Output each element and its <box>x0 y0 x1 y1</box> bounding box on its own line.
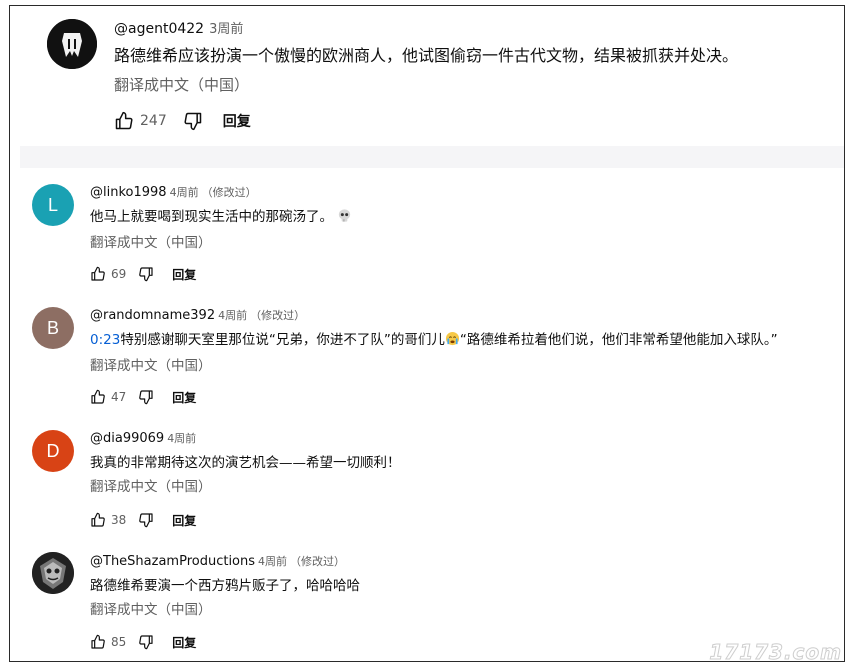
reply-button[interactable]: 回复 <box>172 266 196 283</box>
comment-author[interactable]: @TheShazamProductions <box>90 554 255 569</box>
like-count: 85 <box>111 635 127 649</box>
like-icon[interactable] <box>114 111 134 131</box>
reply-button[interactable]: 回复 <box>172 389 196 406</box>
reply-button[interactable]: 回复 <box>172 634 196 651</box>
like-icon[interactable] <box>90 389 106 405</box>
like-count: 69 <box>111 267 127 281</box>
translate-link[interactable]: 翻译成中文（中国） <box>90 600 836 620</box>
divider <box>20 146 844 168</box>
translate-link[interactable]: 翻译成中文（中国） <box>90 356 836 376</box>
comment-author[interactable]: @linko1998 <box>90 185 167 200</box>
comments-panel: @agent0422 3周前 路德维希应该扮演一个傲慢的欧洲商人，他试图偷窃一件古… <box>9 5 845 662</box>
edited-label: （修改过） <box>201 186 257 199</box>
comment-author[interactable]: @agent0422 <box>114 21 204 37</box>
reply-button[interactable]: 回复 <box>172 512 196 529</box>
avatar[interactable]: L <box>32 184 74 226</box>
comment-time[interactable]: 3周前 <box>209 22 243 37</box>
avatar[interactable] <box>32 552 74 594</box>
comment-time[interactable]: 4周前 <box>167 432 196 445</box>
comment-author[interactable]: @randomname392 <box>90 308 215 323</box>
translate-link[interactable]: 翻译成中文（中国） <box>90 477 836 497</box>
comment-time[interactable]: 4周前 <box>170 186 199 199</box>
comment-item: D @dia99069 4周前 我真的非常期待这次的演艺机会——希望一切顺利！ 翻… <box>10 414 844 536</box>
avatar[interactable]: B <box>32 307 74 349</box>
comment-text: 他马上就要喝到现实生活中的那碗汤了。 <box>90 207 836 229</box>
crying-face-icon <box>445 331 460 352</box>
comment-item: @agent0422 3周前 路德维希应该扮演一个傲慢的欧洲商人，他试图偷窃一件古… <box>10 6 844 146</box>
comment-time[interactable]: 4周前 <box>218 309 247 322</box>
skull-emoji-icon <box>337 208 352 229</box>
comment-author[interactable]: @dia99069 <box>90 431 164 446</box>
comment-text: 路德维希要演一个西方鸦片贩子了，哈哈哈哈 <box>90 578 360 594</box>
translate-link[interactable]: 翻译成中文（中国） <box>90 233 836 253</box>
comment-text: 路德维希应该扮演一个傲慢的欧洲商人，他试图偷窃一件古代文物，结果被抓获并处决。 <box>114 46 739 65</box>
dislike-icon[interactable] <box>183 111 203 131</box>
comment-item: L @linko1998 4周前 （修改过） 他马上就要喝到现实生活中的那碗汤了。 … <box>10 168 844 290</box>
like-count: 38 <box>111 513 127 527</box>
edited-label: （修改过） <box>250 309 306 322</box>
avatar[interactable]: D <box>32 430 74 472</box>
translate-link[interactable]: 翻译成中文（中国） <box>114 75 834 95</box>
reply-button[interactable]: 回复 <box>223 111 251 131</box>
comment-item: B @randomname392 4周前 （修改过） 0:23特别感谢聊天室里那位说… <box>10 291 844 413</box>
like-icon[interactable] <box>90 512 106 528</box>
timestamp-link[interactable]: 0:23 <box>90 332 120 348</box>
dislike-icon[interactable] <box>138 389 154 405</box>
dislike-icon[interactable] <box>138 266 154 282</box>
watermark: 17173.com <box>709 640 842 665</box>
like-count: 247 <box>140 113 167 129</box>
comment-text: 0:23特别感谢聊天室里那位说“兄弟，你进不了队”的哥们儿 “路德维希拉着他们说，… <box>90 330 836 352</box>
like-icon[interactable] <box>90 634 106 650</box>
dislike-icon[interactable] <box>138 634 154 650</box>
like-count: 47 <box>111 390 127 404</box>
like-icon[interactable] <box>90 266 106 282</box>
dislike-icon[interactable] <box>138 512 154 528</box>
avatar[interactable] <box>47 19 97 69</box>
comment-time[interactable]: 4周前 <box>258 555 287 568</box>
edited-label: （修改过） <box>290 555 346 568</box>
comment-text: 我真的非常期待这次的演艺机会——希望一切顺利！ <box>90 455 401 471</box>
